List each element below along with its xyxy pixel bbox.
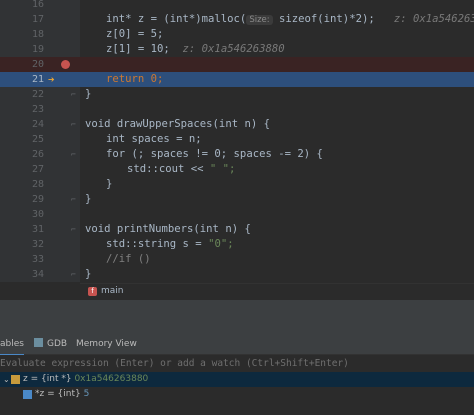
- variable-type: = {int *}: [30, 374, 72, 384]
- line-number: 18: [31, 29, 44, 40]
- code-text: void printNumbers(int n) {: [85, 223, 251, 235]
- code-line-19[interactable]: 19 z[1] = 10; z: 0x1a546263880: [0, 42, 474, 57]
- code-segment: z[1] = 10;: [106, 43, 170, 55]
- line-number: 21: [31, 74, 44, 85]
- tab-memory-view[interactable]: Memory View: [76, 334, 137, 354]
- line-number: 34: [31, 269, 44, 280]
- code-line-29[interactable]: 29 ⌐ }: [0, 192, 474, 207]
- line-number: 26: [31, 149, 44, 160]
- debug-tool-window-header: [0, 300, 474, 334]
- code-text: }: [106, 178, 113, 190]
- code-text: return 0;: [106, 73, 164, 85]
- breakpoint-icon[interactable]: [61, 60, 70, 69]
- line-number: 16: [31, 0, 44, 10]
- string-literal: " ";: [209, 163, 236, 175]
- code-line-27[interactable]: 27 std::cout << " ";: [0, 162, 474, 177]
- line-number: 30: [31, 209, 44, 220]
- code-line-31[interactable]: 31 ⌐ void printNumbers(int n) {: [0, 222, 474, 237]
- code-text: z[0] = 5;: [106, 28, 164, 40]
- code-comment: //if (): [106, 253, 151, 265]
- fold-end-icon[interactable]: ⌐: [71, 87, 78, 102]
- breadcrumb[interactable]: f main: [80, 283, 474, 300]
- line-number: 29: [31, 194, 44, 205]
- code-line-18[interactable]: 18 z[0] = 5;: [0, 27, 474, 42]
- evaluate-expression-input[interactable]: Evaluate expression (Enter) or add a wat…: [0, 355, 474, 372]
- line-number: 25: [31, 134, 44, 145]
- code-line-21[interactable]: 21 ➔ return 0;: [0, 72, 474, 87]
- code-line-30[interactable]: 30: [0, 207, 474, 222]
- line-number: 27: [31, 164, 44, 175]
- code-text: void drawUpperSpaces(int n) {: [85, 118, 270, 130]
- code-line-20[interactable]: 20: [0, 57, 474, 72]
- variable-value: 5: [83, 389, 90, 399]
- line-number: 19: [31, 44, 44, 55]
- tab-gdb-label: GDB: [47, 339, 68, 349]
- code-line-25[interactable]: 25 int spaces = n;: [0, 132, 474, 147]
- variable-icon: [11, 375, 20, 384]
- line-number: 32: [31, 239, 44, 250]
- code-segment: std::cout <<: [127, 163, 210, 175]
- fold-start-icon[interactable]: ⌐: [71, 222, 78, 237]
- line-number: 17: [31, 14, 44, 25]
- chevron-down-icon[interactable]: ⌄: [3, 372, 10, 387]
- code-text: for (; spaces != 0; spaces -= 2) {: [106, 148, 323, 160]
- code-editor[interactable]: 16 17 int* z = (int*)malloc(Size: sizeof…: [0, 0, 474, 282]
- variable-name: *z: [35, 389, 45, 399]
- execution-pointer-icon: ➔: [48, 73, 55, 86]
- variable-icon: [23, 390, 32, 399]
- line-number: 23: [31, 104, 44, 115]
- variable-text: z = {int *} 0x1a546263880: [23, 372, 148, 387]
- code-text: std::string s = "0";: [106, 237, 234, 252]
- debug-tabs: ables GDB Memory View: [0, 334, 474, 356]
- fold-start-icon[interactable]: ⌐: [71, 147, 78, 162]
- inline-value-hint: z: 0x1a546263880: [393, 13, 474, 25]
- code-text: }: [85, 193, 92, 205]
- fold-start-icon[interactable]: ⌐: [71, 117, 78, 132]
- code-segment: sizeof(int)*2);: [279, 13, 375, 25]
- fold-end-icon[interactable]: ⌐: [71, 267, 78, 282]
- console-icon: [34, 338, 43, 347]
- variable-type: = {int}: [47, 389, 81, 399]
- code-text: z[1] = 10; z: 0x1a546263880: [106, 42, 285, 57]
- parameter-hint: Size:: [246, 15, 273, 25]
- inline-value-hint: z: 0x1a546263880: [182, 43, 285, 55]
- code-segment: std::string s =: [106, 238, 209, 250]
- fold-end-icon[interactable]: ⌐: [71, 192, 78, 207]
- string-literal: "0";: [208, 238, 234, 250]
- variable-value: 0x1a546263880: [74, 374, 149, 384]
- line-number: 24: [31, 119, 44, 130]
- code-text: }: [85, 88, 92, 100]
- code-line-34[interactable]: 34 ⌐ }: [0, 267, 474, 282]
- variable-row-z[interactable]: ⌄ z = {int *} 0x1a546263880: [0, 372, 474, 387]
- code-text: int* z = (int*)malloc(Size: sizeof(int)*…: [106, 12, 474, 28]
- code-line-26[interactable]: 26 ⌐ for (; spaces != 0; spaces -= 2) {: [0, 147, 474, 162]
- code-line-23[interactable]: 23: [0, 102, 474, 117]
- tab-gdb[interactable]: GDB: [34, 334, 67, 354]
- variable-text: *z = {int} 5: [35, 387, 89, 402]
- code-text: std::cout << " ";: [127, 162, 235, 177]
- code-line-16[interactable]: 16: [0, 0, 474, 12]
- variable-name: z: [23, 374, 28, 384]
- code-line-32[interactable]: 32 std::string s = "0";: [0, 237, 474, 252]
- breadcrumb-item-main[interactable]: main: [101, 286, 124, 296]
- code-text: int spaces = n;: [106, 133, 202, 145]
- code-line-22[interactable]: 22 ⌐ }: [0, 87, 474, 102]
- code-text: }: [85, 268, 92, 280]
- variables-empty-area: [0, 401, 474, 415]
- code-line-28[interactable]: 28 }: [0, 177, 474, 192]
- variable-row-deref-z[interactable]: *z = {int} 5: [0, 387, 474, 402]
- code-line-33[interactable]: 33 //if (): [0, 252, 474, 267]
- line-number: 22: [31, 89, 44, 100]
- line-number: 20: [31, 59, 44, 70]
- function-icon: f: [88, 287, 97, 296]
- tab-variables[interactable]: ables: [0, 334, 24, 356]
- code-segment: int* z = (int*)malloc(: [106, 13, 247, 25]
- code-line-17[interactable]: 17 int* z = (int*)malloc(Size: sizeof(in…: [0, 12, 474, 27]
- line-number: 28: [31, 179, 44, 190]
- line-number: 33: [31, 254, 44, 265]
- line-number: 31: [31, 224, 44, 235]
- code-line-24[interactable]: 24 ⌐ void drawUpperSpaces(int n) {: [0, 117, 474, 132]
